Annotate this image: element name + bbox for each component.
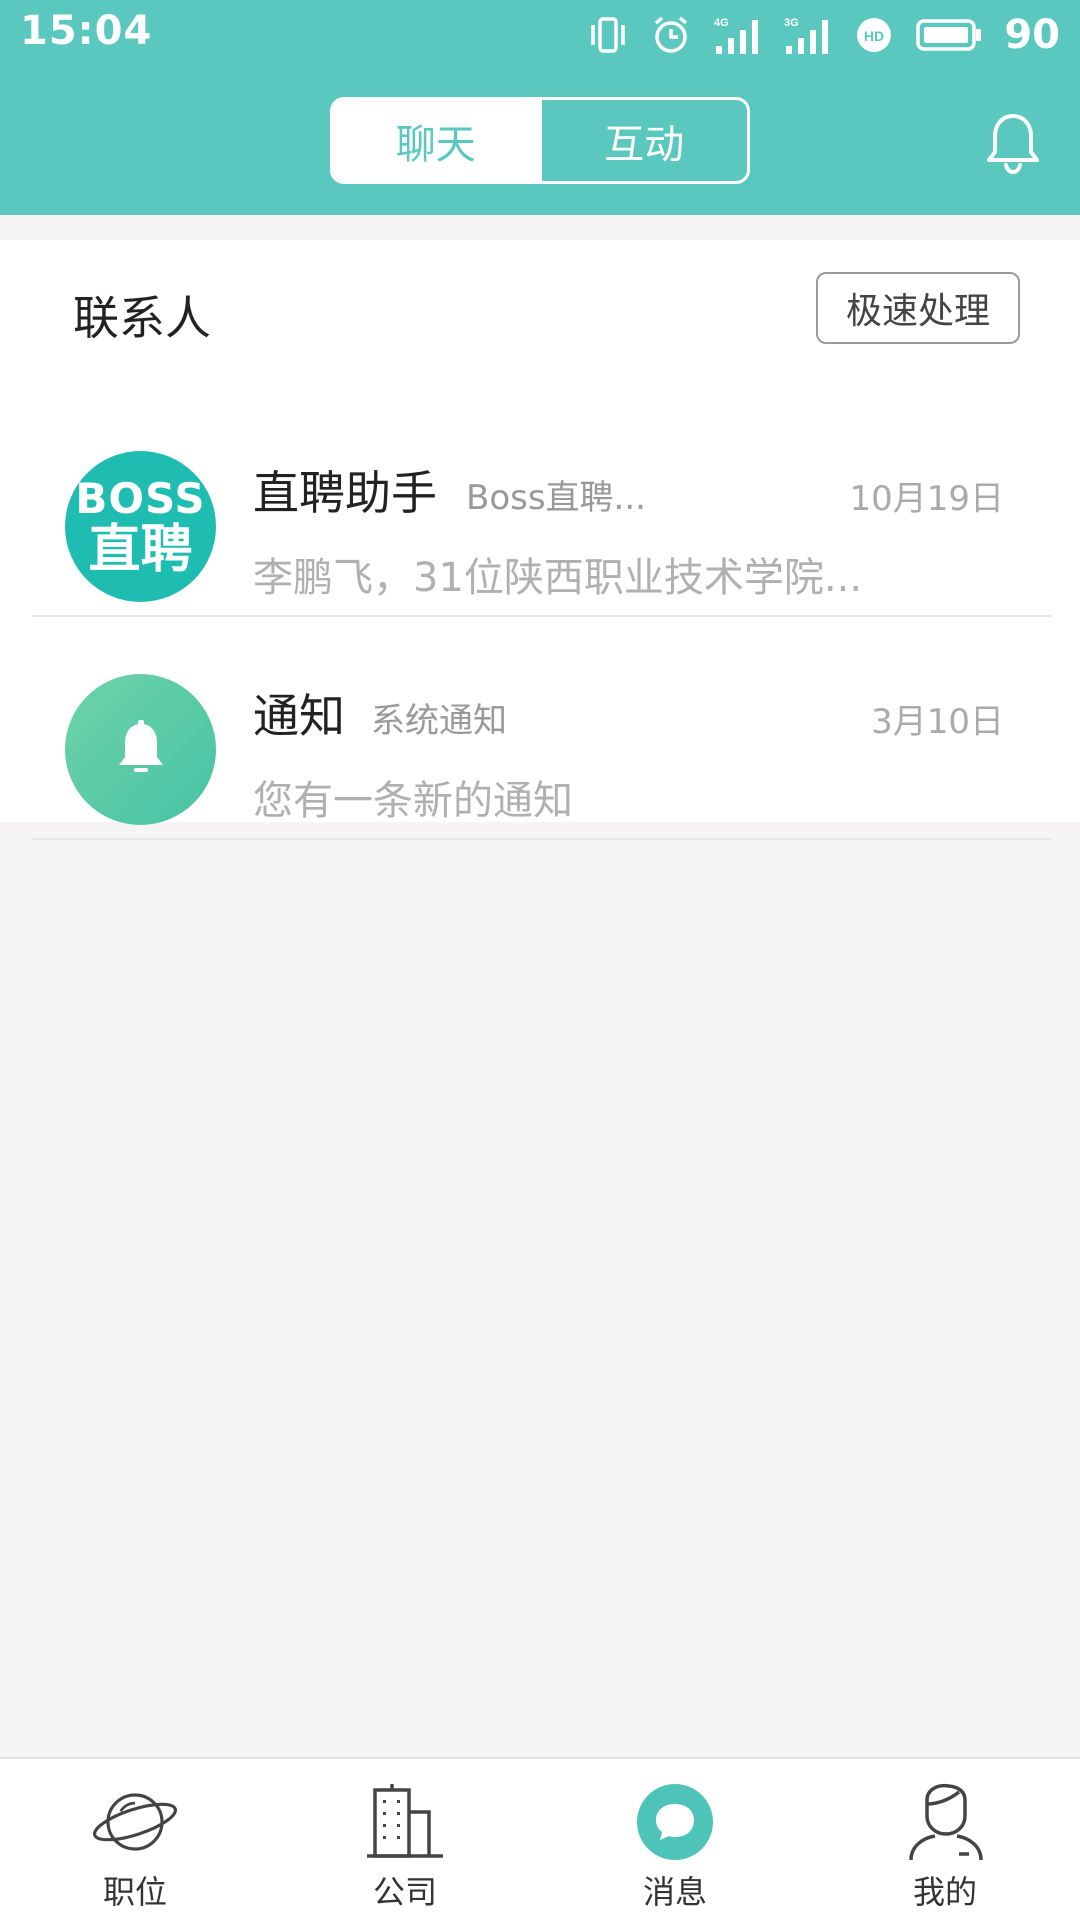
conversation-item-assistant[interactable]: BOSS 直聘 直聘助手 Boss直聘... 10月19日 李鹏飞，31位陕西职…	[0, 395, 1080, 617]
tab-interaction[interactable]: 互动	[538, 100, 748, 181]
tab-messages[interactable]: 消息	[540, 1759, 810, 1920]
tab-jobs[interactable]: 职位	[0, 1759, 270, 1920]
contacts-panel: 联系人 极速处理 BOSS 直聘 直聘助手 Boss直聘... 10月19日 李…	[0, 240, 1080, 840]
bottom-tab-bar: 职位 公司 消息 我的	[0, 1757, 1080, 1920]
chat-interaction-switch: 聊天 互动	[330, 97, 750, 184]
quick-process-button[interactable]: 极速处理	[816, 272, 1020, 344]
conversation-subtitle: Boss直聘...	[466, 478, 646, 518]
conversation-preview: 您有一条新的通知	[253, 778, 573, 824]
building-icon	[360, 1777, 450, 1867]
chat-bubble-icon	[630, 1777, 720, 1867]
planet-icon	[90, 1777, 180, 1867]
notification-bell-icon[interactable]	[985, 110, 1041, 176]
divider	[32, 615, 1052, 617]
signal-4g-icon: 4G	[714, 14, 762, 56]
tab-label: 职位	[102, 1873, 167, 1911]
tab-label: 我的	[912, 1873, 977, 1911]
status-icons: 4G 3G HD 90	[588, 10, 1060, 60]
conversation-subtitle: 系统通知	[371, 701, 507, 741]
conversation-item-notice[interactable]: 通知 系统通知 3月10日 您有一条新的通知	[0, 618, 1080, 840]
svg-text:4G: 4G	[714, 17, 729, 29]
boss-avatar-line2: 直聘	[88, 519, 193, 580]
notice-avatar	[65, 674, 216, 825]
status-time: 15:04	[20, 8, 153, 54]
conversation-date: 3月10日	[871, 702, 1004, 742]
alarm-icon	[650, 14, 692, 56]
top-header: 15:04 4G 3G HD 90 聊天 互动	[0, 0, 1080, 215]
vibrate-icon	[588, 15, 628, 55]
tab-profile[interactable]: 我的	[810, 1759, 1080, 1920]
svg-text:HD: HD	[864, 28, 884, 44]
bell-icon	[116, 719, 166, 781]
conversation-date: 10月19日	[849, 479, 1004, 519]
conversation-name: 通知	[253, 689, 345, 743]
tab-chat[interactable]: 聊天	[333, 100, 539, 181]
tab-label: 消息	[642, 1873, 707, 1911]
conversation-preview: 李鹏飞，31位陕西职业技术学院...	[253, 555, 863, 601]
boss-avatar: BOSS 直聘	[65, 451, 216, 602]
conversation-name: 直聘助手	[253, 466, 437, 520]
signal-3g-icon: 3G	[784, 14, 832, 56]
profile-icon	[900, 1777, 990, 1867]
battery-icon	[916, 17, 982, 53]
tab-label: 公司	[372, 1873, 437, 1911]
contacts-title: 联系人	[73, 291, 211, 345]
hd-voice-icon: HD	[854, 15, 894, 55]
divider	[32, 838, 1052, 840]
tab-company[interactable]: 公司	[270, 1759, 540, 1920]
battery-level: 90	[1004, 12, 1060, 58]
svg-text:3G: 3G	[784, 17, 799, 29]
boss-avatar-line1: BOSS	[75, 473, 206, 523]
status-bar: 15:04 4G 3G HD 90	[0, 0, 1080, 70]
